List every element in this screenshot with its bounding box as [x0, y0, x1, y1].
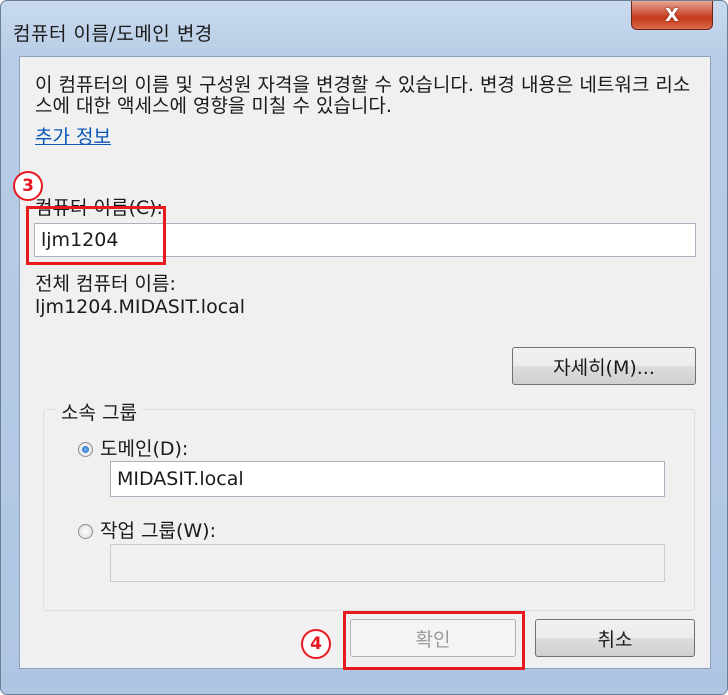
dialog-body: 이 컴퓨터의 이름 및 구성원 자격을 변경할 수 있습니다. 변경 내용은 네… — [19, 56, 711, 669]
description-text: 이 컴퓨터의 이름 및 구성원 자격을 변경할 수 있습니다. 변경 내용은 네… — [35, 74, 691, 117]
close-icon: X — [665, 4, 679, 26]
cancel-button[interactable]: 취소 — [535, 619, 695, 657]
domain-input[interactable]: MIDASIT.local — [110, 461, 665, 497]
full-name-label: 전체 컴퓨터 이름: — [35, 273, 176, 295]
close-button[interactable]: X — [631, 1, 713, 30]
domain-value: MIDASIT.local — [117, 468, 244, 490]
radio-selected-dot — [82, 446, 89, 453]
domain-label: 도메인(D): — [100, 438, 189, 460]
dialog-window: 컴퓨터 이름/도메인 변경 X 이 컴퓨터의 이름 및 구성원 자격을 변경할 … — [0, 0, 728, 695]
step3-highlight-box — [26, 206, 166, 265]
workgroup-label: 작업 그룹(W): — [100, 520, 216, 542]
domain-radio[interactable] — [78, 442, 93, 457]
full-name-value: ljm1204.MIDASIT.local — [35, 296, 246, 318]
workgroup-input[interactable] — [110, 544, 665, 582]
more-button[interactable]: 자세히(M)... — [512, 347, 696, 385]
step4-badge: 4 — [301, 629, 331, 659]
member-of-legend: 소속 그룹 — [56, 398, 142, 425]
step4-highlight-box — [343, 611, 525, 670]
more-info-link[interactable]: 추가 정보 — [35, 122, 111, 149]
window-title: 컴퓨터 이름/도메인 변경 — [13, 23, 213, 45]
step3-badge: 3 — [13, 171, 43, 201]
workgroup-radio[interactable] — [78, 524, 93, 539]
